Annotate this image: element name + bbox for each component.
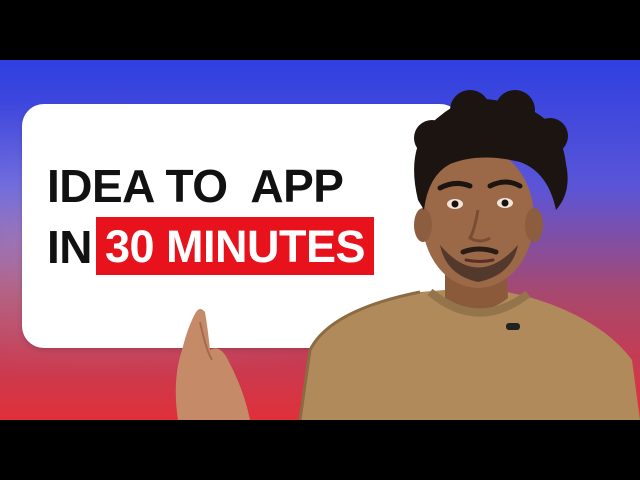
lapel-mic — [506, 323, 520, 330]
letterbox-top — [0, 0, 640, 60]
video-thumbnail: IDEA TO APP IN 30 MINUTES — [0, 60, 640, 420]
letterbox-bottom — [0, 420, 640, 480]
raised-hand — [175, 309, 250, 420]
presenter-figure — [175, 90, 640, 420]
